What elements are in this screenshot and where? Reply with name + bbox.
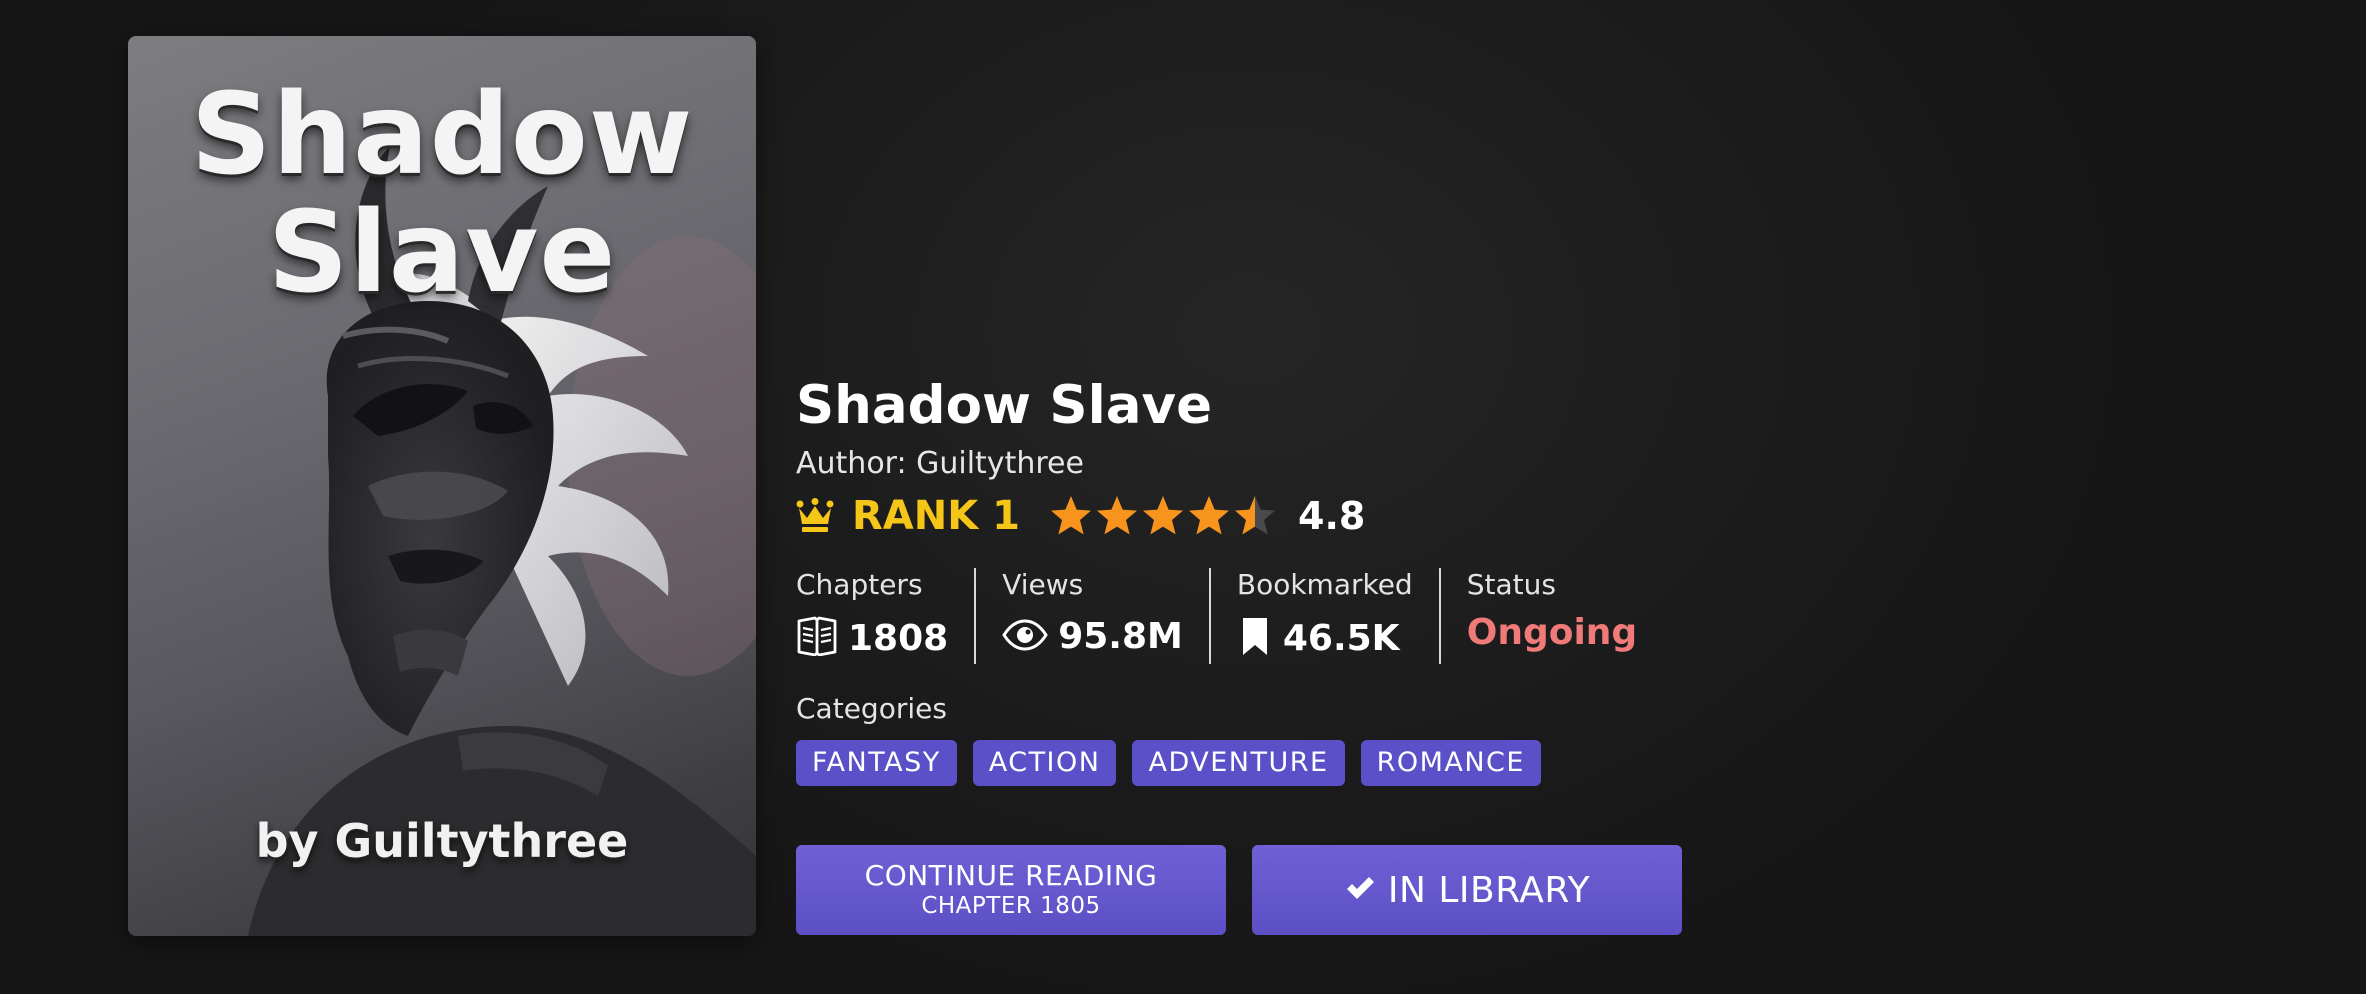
in-library-button[interactable]: IN LIBRARY (1252, 845, 1682, 935)
rating-value: 4.8 (1298, 494, 1366, 538)
chapters-value: 1808 (848, 617, 949, 659)
check-icon (1344, 874, 1376, 906)
status-value: Ongoing (1466, 612, 1638, 653)
divider (974, 568, 977, 664)
star-icon (1143, 496, 1183, 535)
rating-stars (1048, 493, 1278, 539)
cover-byline: by Guiltythree (255, 814, 629, 868)
novel-detail-page: Shadow Slave by Guiltythree Shadow Slave… (0, 0, 2366, 994)
stat-chapters: Chapters 1808 (796, 568, 948, 666)
in-library-label: IN LIBRARY (1387, 869, 1591, 911)
stat-label: Status (1466, 568, 1556, 601)
bookmark-icon (1237, 616, 1273, 660)
stat-label: Chapters (796, 568, 923, 601)
stat-views: Views 95.8M (1002, 568, 1183, 666)
cover-image[interactable]: Shadow Slave by Guiltythree (128, 36, 756, 936)
tag-fantasy[interactable]: FANTASY (796, 740, 957, 786)
stats-row: Chapters 1808 Views 95.8M Bookmarked 46.… (796, 568, 1637, 666)
book-icon (796, 616, 838, 660)
continue-reading-label: CONTINUE READING (864, 858, 1158, 892)
star-icon (1189, 496, 1229, 535)
action-buttons: CONTINUE READING CHAPTER 1805 IN LIBRARY (796, 845, 1682, 935)
continue-reading-button[interactable]: CONTINUE READING CHAPTER 1805 (796, 845, 1226, 935)
divider (1438, 568, 1441, 664)
stat-label: Bookmarked (1236, 568, 1413, 601)
bookmarked-value: 46.5K (1282, 617, 1400, 659)
stat-label: Views (1002, 568, 1084, 601)
star-icon (1051, 496, 1091, 535)
tag-romance[interactable]: ROMANCE (1360, 740, 1541, 786)
rank-rating-row: RANK 1 4.8 (796, 488, 1365, 544)
star-half-icon (1235, 496, 1275, 535)
continue-chapter-label: CHAPTER 1805 (921, 892, 1101, 919)
divider (1208, 568, 1211, 664)
tag-action[interactable]: ACTION (972, 740, 1117, 786)
stat-bookmarked: Bookmarked 46.5K (1237, 568, 1413, 666)
eye-icon (1002, 618, 1048, 655)
page-title: Shadow Slave (796, 375, 1213, 436)
views-value: 95.8M (1058, 616, 1183, 657)
crown-icon (796, 498, 834, 534)
tag-adventure[interactable]: ADVENTURE (1132, 740, 1345, 786)
categories-label: Categories (796, 692, 947, 725)
author-name[interactable]: Author: Guiltythree (796, 442, 1084, 486)
rank-label: RANK 1 (852, 493, 1020, 539)
stat-status: Status Ongoing (1467, 568, 1637, 666)
cover-title: Shadow Slave (190, 70, 694, 318)
category-tags: FANTASY ACTION ADVENTURE ROMANCE (796, 740, 1541, 786)
star-icon (1097, 496, 1137, 535)
